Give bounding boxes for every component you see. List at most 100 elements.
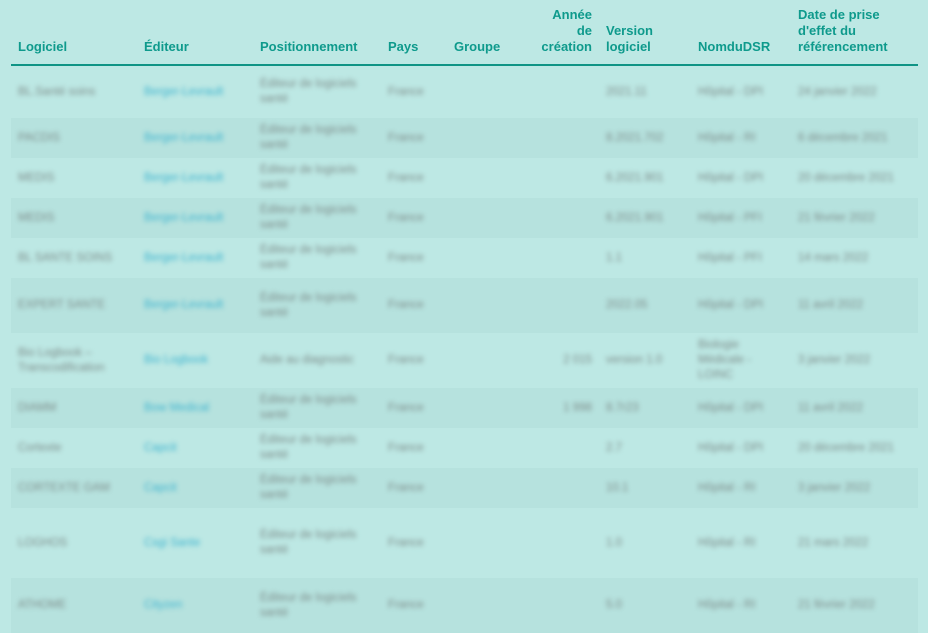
cell-country: France [388, 131, 424, 144]
cell-dsr-name: Hôpital - RI [698, 481, 756, 494]
table-row: LOGHOS Csgi Sante Éditeur de logiciels san… [11, 508, 918, 578]
cell-group [447, 508, 517, 578]
cell-dsr-name: Hôpital - DPI [698, 441, 764, 454]
cell-positioning: Éditeur de logiciels santé [260, 291, 357, 319]
cell-software: Bio Logbook – Transcodification [18, 346, 105, 374]
cell-group [447, 388, 517, 428]
cell-software: ATHOME [18, 599, 67, 611]
cell-software: BL.Santé soins [18, 85, 96, 98]
cell-dsr-name: Biologie Médicale - LOINC [698, 339, 752, 381]
cell-dsr-name: Hôpital - DPI [698, 299, 764, 311]
cell-software-version: 2021.11 [606, 85, 647, 98]
cell-group [447, 468, 517, 508]
cell-country: France [388, 481, 424, 494]
cell-country: France [388, 401, 424, 414]
header-row: Logiciel Éditeur Positionnement Pays Groupe A… [11, 0, 918, 66]
cell-software: PACDIS [18, 131, 60, 144]
cell-effective-date: 11 avril 2022 [798, 299, 863, 311]
cell-software-version: 8.2021.702 [606, 131, 664, 144]
cell-creation-year [517, 468, 599, 508]
cell-group [447, 428, 517, 468]
cell-country: France [388, 441, 424, 454]
cell-positioning: Éditeur de logiciels santé [260, 434, 357, 461]
cell-software-version: 2022.05 [606, 299, 648, 311]
cell-effective-date: 6 décembre 2021 [798, 131, 888, 144]
cell-creation-year [517, 65, 599, 118]
cell-publisher[interactable]: Cityzen [137, 578, 253, 633]
referencing-table-container: Logiciel Éditeur Positionnement Pays Groupe A… [0, 0, 928, 633]
table-row: BL.Santé soins Berger-Levrault Éditeur de … [11, 65, 918, 118]
cell-positioning: Éditeur de logiciels santé [260, 394, 357, 421]
cell-software-version: 6.2021.901 [606, 171, 664, 184]
cell-country: France [388, 211, 424, 224]
cell-dsr-name: Hôpital - RI [698, 131, 756, 144]
table-row: Bio Logbook – Transcodification Bio Logbo… [11, 333, 918, 388]
cell-group [447, 65, 517, 118]
cell-effective-date: 14 mars 2022 [798, 251, 869, 264]
cell-dsr-name: Hôpital - DPI [698, 171, 764, 184]
table-row: ATHOME Cityzen Éditeur de logiciels santé F… [11, 578, 918, 633]
cell-group [447, 118, 517, 158]
column-header-group[interactable]: Groupe [447, 0, 517, 66]
cell-dsr-name: Hôpital - DPI [698, 85, 764, 98]
cell-creation-year [517, 118, 599, 158]
cell-publisher[interactable]: Berger-Levrault [137, 198, 253, 238]
cell-publisher[interactable]: Capcit [137, 468, 253, 508]
column-header-effective-date[interactable]: Date de prise d'effet du référencement [791, 0, 918, 66]
cell-publisher[interactable]: Bio Logbook [137, 333, 253, 388]
cell-software: BL SANTE SOINS [18, 251, 113, 264]
cell-publisher[interactable]: Berger-Levrault [137, 118, 253, 158]
column-header-creation-year[interactable]: Année de création [517, 0, 599, 66]
column-header-publisher[interactable]: Éditeur [137, 0, 253, 66]
table-row: PACDIS Berger-Levrault Éditeur de logiciel… [11, 118, 918, 158]
cell-software: MEDIS [18, 211, 55, 224]
cell-dsr-name: Hôpital - DPI [698, 401, 764, 414]
cell-group [447, 238, 517, 278]
cell-country: France [388, 299, 424, 311]
cell-group [447, 578, 517, 633]
column-header-country[interactable]: Pays [381, 0, 447, 66]
cell-effective-date: 3 janvier 2022 [798, 354, 871, 366]
cell-publisher[interactable]: Berger-Levrault [137, 65, 253, 118]
cell-effective-date: 21 février 2022 [798, 211, 875, 224]
cell-positioning: Éditeur de logiciels santé [260, 164, 357, 191]
cell-publisher[interactable]: Berger-Levrault [137, 238, 253, 278]
cell-creation-year [517, 238, 599, 278]
cell-group [447, 198, 517, 238]
cell-effective-date: 24 janvier 2022 [798, 85, 877, 98]
cell-creation-year [517, 158, 599, 198]
cell-publisher[interactable]: Csgi Sante [137, 508, 253, 578]
table-row: MEDIS Berger-Levrault Éditeur de logiciels… [11, 158, 918, 198]
cell-software-version: 6.2021.901 [606, 211, 664, 224]
table-row: MEDIS Berger-Levrault Éditeur de logiciels… [11, 198, 918, 238]
cell-positioning: Éditeur de logiciels santé [260, 78, 357, 105]
cell-positioning: Éditeur de logiciels santé [260, 204, 357, 231]
cell-software: MEDIS [18, 171, 55, 184]
cell-effective-date: 3 janvier 2022 [798, 481, 871, 494]
cell-dsr-name: Hôpital - RI [698, 536, 756, 549]
cell-positioning: Éditeur de logiciels santé [260, 124, 357, 151]
column-header-software-version[interactable]: Version logiciel [599, 0, 691, 66]
cell-software: DIAMM [18, 401, 57, 414]
column-header-dsr-name[interactable]: NomduDSR [691, 0, 791, 66]
column-header-positioning[interactable]: Positionnement [253, 0, 381, 66]
table-body: BL.Santé soins Berger-Levrault Éditeur de … [11, 65, 918, 633]
cell-software: Cortexte [18, 441, 62, 454]
cell-creation-year [517, 578, 599, 633]
table-row: Cortexte Capcit Éditeur de logiciels santé… [11, 428, 918, 468]
column-header-software[interactable]: Logiciel [11, 0, 137, 66]
cell-software-version: 1.0 [606, 536, 622, 549]
cell-dsr-name: Hôpital - PFI [698, 251, 762, 264]
cell-publisher[interactable]: Capcit [137, 428, 253, 468]
cell-effective-date: 21 février 2022 [798, 599, 875, 611]
cell-publisher[interactable]: Berger-Levrault [137, 158, 253, 198]
cell-publisher[interactable]: Bow Medical [137, 388, 253, 428]
table-row: CORTEXTE GAM Capcit Éditeur de logiciels s… [11, 468, 918, 508]
cell-country: France [388, 354, 424, 366]
cell-country: France [388, 251, 424, 264]
cell-software: CORTEXTE GAM [18, 481, 110, 494]
cell-dsr-name: Hôpital - RI [698, 599, 756, 611]
cell-software-version: 5.0 [606, 599, 622, 611]
cell-publisher[interactable]: Berger-Levrault [137, 278, 253, 333]
cell-software-version: 8.7r23 [606, 401, 639, 414]
